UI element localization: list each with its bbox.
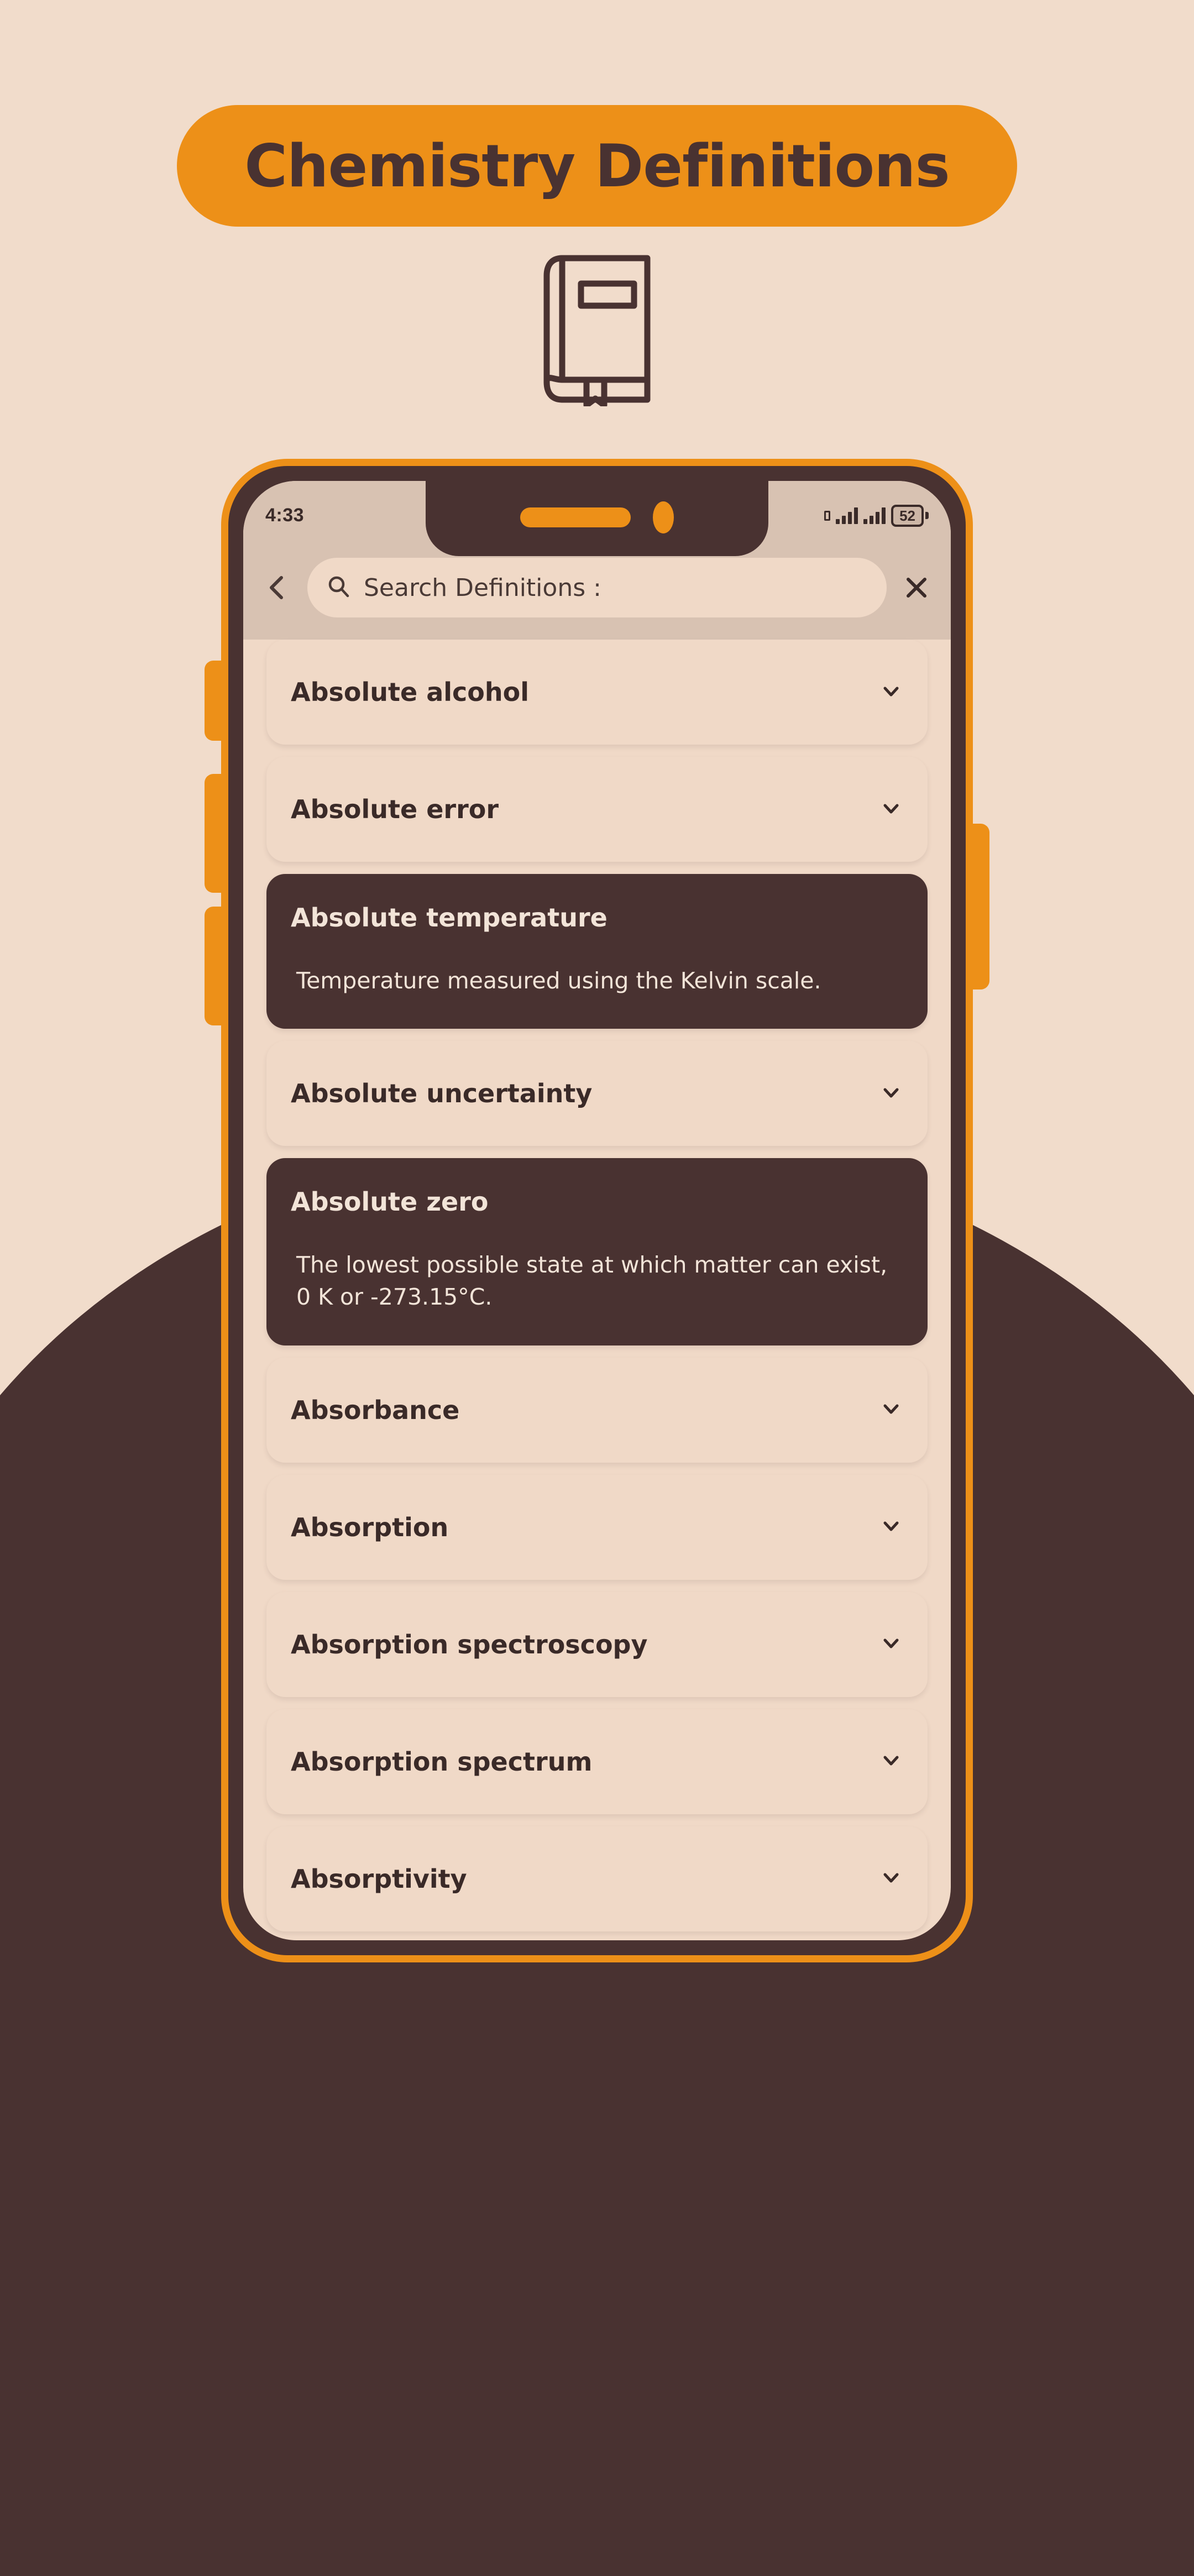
chevron-down-icon[interactable] xyxy=(879,1080,903,1107)
page-title: Chemistry Definitions xyxy=(244,132,950,200)
definition-text: The lowest possible state at which matte… xyxy=(296,1252,888,1311)
phone-screen: 4:33 52 Search Definitions: Absolute al… xyxy=(243,481,951,1940)
battery-icon: 52 xyxy=(891,504,929,527)
definition-term: Absorption spectroscopy xyxy=(291,1629,648,1659)
book-icon xyxy=(539,252,655,409)
search-icon xyxy=(326,574,350,601)
definitions-list[interactable]: Absolute alcohol Absolute error Absolute t… xyxy=(243,640,951,1940)
definition-term: Absorption spectrum xyxy=(291,1746,593,1777)
definition-card[interactable]: Absorbance xyxy=(266,1357,928,1463)
page-title-banner: Chemistry Definitions xyxy=(177,105,1017,227)
battery-level: 52 xyxy=(891,504,924,527)
definition-term: Absorption xyxy=(291,1512,449,1542)
definition-term: Absolute error xyxy=(291,794,499,824)
signal-bars-icon xyxy=(836,507,858,524)
definition-card[interactable]: Absolute alcohol xyxy=(266,640,928,745)
battery-tip xyxy=(925,512,929,519)
chevron-down-icon[interactable] xyxy=(879,1748,903,1775)
chevron-down-icon[interactable] xyxy=(879,1865,903,1892)
status-icons: 52 xyxy=(824,504,929,527)
definition-card[interactable]: Absorption spectroscopy xyxy=(266,1591,928,1697)
status-bar: 4:33 52 xyxy=(243,481,951,556)
definition-card[interactable]: Absolute temperature Temperature measured… xyxy=(266,874,928,1029)
chevron-down-icon[interactable] xyxy=(879,1396,903,1423)
definition-term: Absolute temperature xyxy=(291,903,608,933)
definition-card[interactable]: Absorption xyxy=(266,1474,928,1580)
speaker-slot-icon xyxy=(520,507,631,527)
chevron-down-icon[interactable] xyxy=(879,679,903,706)
back-chevron-icon[interactable] xyxy=(262,572,293,603)
search-placeholder: Search Definitions : xyxy=(364,573,601,602)
phone-notch xyxy=(426,481,768,556)
definition-text: Temperature measured using the Kelvin sc… xyxy=(296,967,821,994)
definition-card[interactable]: Absolute uncertainty xyxy=(266,1041,928,1146)
signal-bars-icon xyxy=(863,507,886,524)
definition-term: Absolute uncertainty xyxy=(291,1078,593,1109)
chevron-down-icon[interactable] xyxy=(879,1631,903,1658)
definition-term: Absolute alcohol xyxy=(291,677,530,707)
search-input[interactable]: Search Definitions : xyxy=(307,558,887,617)
definition-term: Absolute zero xyxy=(291,1187,489,1217)
chevron-down-icon[interactable] xyxy=(879,796,903,823)
definition-card[interactable]: Absolute zero The lowest possible state a… xyxy=(266,1158,928,1345)
sim-icon xyxy=(824,510,831,521)
close-icon[interactable] xyxy=(901,572,932,603)
definition-card[interactable]: Absolute error xyxy=(266,757,928,862)
definition-card[interactable]: Absorption spectrum xyxy=(266,1709,928,1814)
search-header: Search Definitions : xyxy=(243,550,951,640)
chevron-down-icon[interactable] xyxy=(879,1514,903,1541)
definition-card[interactable]: Absorptivity xyxy=(266,1826,928,1931)
definition-term: Absorbance xyxy=(291,1395,460,1425)
front-camera-icon xyxy=(653,501,674,533)
phone-bezel: 4:33 52 Search Definitions: Absolute al… xyxy=(243,481,951,1940)
phone-frame: 4:33 52 Search Definitions: Absolute al… xyxy=(221,459,973,1962)
status-time: 4:33 xyxy=(265,505,305,526)
definition-term: Absorptivity xyxy=(291,1863,467,1894)
